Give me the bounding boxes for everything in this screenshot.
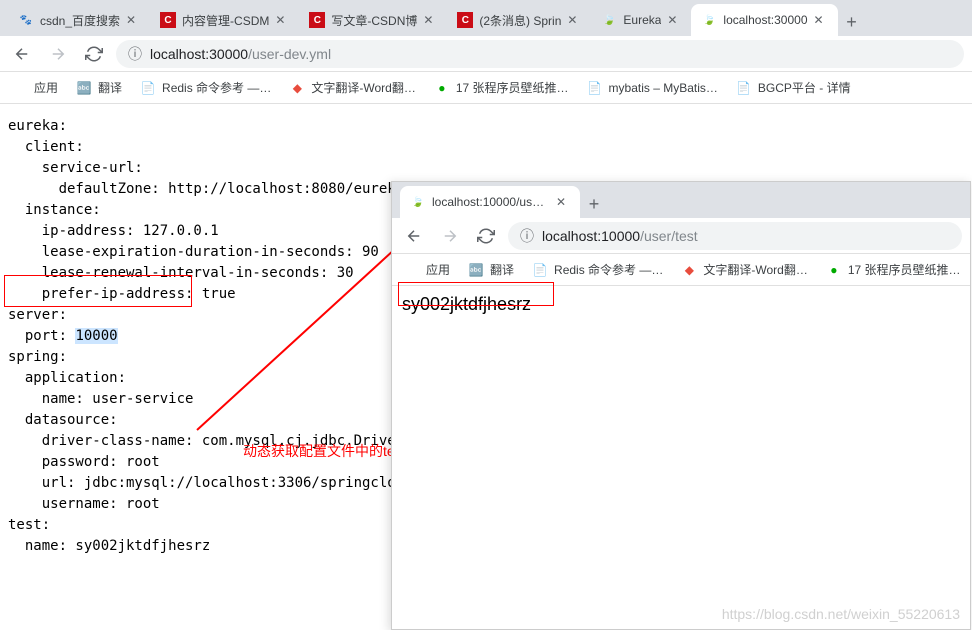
bookmark-wallpaper[interactable]: ●17 张程序员壁纸推… <box>434 79 569 96</box>
page-icon: 📄 <box>532 262 548 278</box>
translate-icon: 🔤 <box>468 262 484 278</box>
info-icon: ⓘ <box>128 44 142 64</box>
back-button[interactable] <box>8 40 36 68</box>
response-body: sy002jktdfjhesrz <box>392 286 970 323</box>
baidu-icon: 🐾 <box>18 12 34 28</box>
tab-eureka[interactable]: 🍃Eureka✕ <box>591 4 691 36</box>
bookmark-wallpaper[interactable]: ●17 张程序员壁纸推… <box>826 261 961 278</box>
bookmark-mybatis[interactable]: 📄mybatis – MyBatis… <box>587 80 718 96</box>
inner-toolbar: ⓘ localhost:10000/user/test <box>392 218 970 254</box>
inner-bookmarks-bar: 应用 🔤翻译 📄Redis 命令参考 —… ◆文字翻译-Word翻… ●17 张… <box>392 254 970 286</box>
close-icon[interactable]: ✕ <box>556 195 570 209</box>
tab-csdn-1[interactable]: C内容管理-CSDM✕ <box>150 4 299 36</box>
new-tab-button[interactable]: + <box>838 8 866 36</box>
close-icon[interactable]: ✕ <box>567 13 581 27</box>
tab-localhost[interactable]: 🍃localhost:30000✕ <box>691 4 837 36</box>
green-icon: ● <box>826 262 842 278</box>
inner-address-bar[interactable]: ⓘ localhost:10000/user/test <box>508 222 962 250</box>
address-bar[interactable]: ⓘ localhost:30000/user-dev.yml <box>116 40 964 68</box>
spring-icon: 🍃 <box>601 12 617 28</box>
apps-icon <box>12 80 28 96</box>
bookmark-bgcp[interactable]: 📄BGCP平台 - 详情 <box>736 79 851 96</box>
bookmark-redis[interactable]: 📄Redis 命令参考 —… <box>140 79 271 96</box>
new-tab-button[interactable]: + <box>580 190 608 218</box>
apps-icon <box>404 262 420 278</box>
bookmark-translate[interactable]: 🔤翻译 <box>76 79 122 96</box>
inner-browser-window: 🍃localhost:10000/user/test✕ + ⓘ localhos… <box>391 181 971 630</box>
close-icon[interactable]: ✕ <box>423 13 437 27</box>
page-icon: 📄 <box>736 80 752 96</box>
forward-button[interactable] <box>44 40 72 68</box>
tab-baidu[interactable]: 🐾csdn_百度搜索✕ <box>8 4 150 36</box>
bookmarks-bar: 应用 🔤翻译 📄Redis 命令参考 —… ◆文字翻译-Word翻… ●17 张… <box>0 72 972 104</box>
page-icon: 📄 <box>587 80 603 96</box>
youdao-icon: ◆ <box>681 262 697 278</box>
bookmark-youdao[interactable]: ◆文字翻译-Word翻… <box>289 79 415 96</box>
back-button[interactable] <box>400 222 428 250</box>
inner-tab[interactable]: 🍃localhost:10000/user/test✕ <box>400 186 580 218</box>
youdao-icon: ◆ <box>289 80 305 96</box>
close-icon[interactable]: ✕ <box>275 13 289 27</box>
csdn-icon: C <box>457 12 473 28</box>
bookmark-redis[interactable]: 📄Redis 命令参考 —… <box>532 261 663 278</box>
tab-csdn-2[interactable]: C写文章-CSDN博✕ <box>299 4 447 36</box>
info-icon: ⓘ <box>520 226 534 246</box>
main-toolbar: ⓘ localhost:30000/user-dev.yml <box>0 36 972 72</box>
reload-button[interactable] <box>472 222 500 250</box>
spring-icon: 🍃 <box>701 12 717 28</box>
watermark: https://blog.csdn.net/weixin_55220613 <box>722 606 960 622</box>
close-icon[interactable]: ✕ <box>814 13 828 27</box>
close-icon[interactable]: ✕ <box>667 13 681 27</box>
highlighted-port: 10000 <box>75 328 117 344</box>
spring-icon: 🍃 <box>410 194 426 210</box>
bookmark-translate[interactable]: 🔤翻译 <box>468 261 514 278</box>
reload-button[interactable] <box>80 40 108 68</box>
page-icon: 📄 <box>140 80 156 96</box>
close-icon[interactable]: ✕ <box>126 13 140 27</box>
csdn-icon: C <box>160 12 176 28</box>
translate-icon: 🔤 <box>76 80 92 96</box>
main-tab-strip: 🐾csdn_百度搜索✕ C内容管理-CSDM✕ C写文章-CSDN博✕ C(2条… <box>0 0 972 36</box>
green-icon: ● <box>434 80 450 96</box>
tab-csdn-3[interactable]: C(2条消息) Sprin✕ <box>447 4 591 36</box>
forward-button[interactable] <box>436 222 464 250</box>
bookmark-apps[interactable]: 应用 <box>404 261 450 278</box>
csdn-icon: C <box>309 12 325 28</box>
inner-tab-strip: 🍃localhost:10000/user/test✕ + <box>392 182 970 218</box>
bookmark-apps[interactable]: 应用 <box>12 79 58 96</box>
bookmark-youdao[interactable]: ◆文字翻译-Word翻… <box>681 261 807 278</box>
